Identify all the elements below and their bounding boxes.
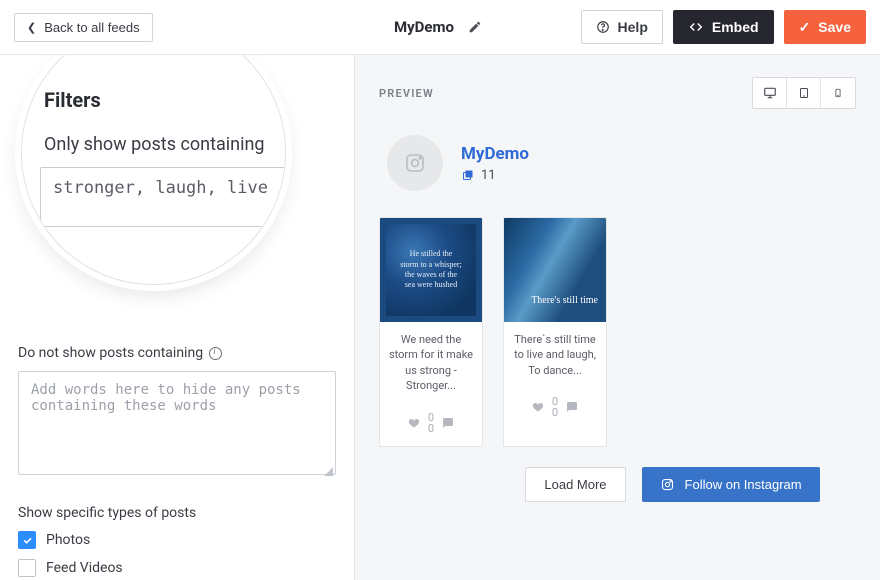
pencil-icon [468, 20, 482, 34]
edit-title-button[interactable] [464, 16, 486, 38]
post-engagement: 00 [380, 406, 482, 446]
post-caption: There`s still time to live and laugh, To… [504, 322, 606, 390]
help-button[interactable]: Help [581, 10, 663, 44]
settings-sidebar: Back to all feed Filters Only show posts… [0, 55, 355, 580]
save-button[interactable]: ✓ Save [784, 10, 866, 44]
type-label: Photos [46, 532, 90, 548]
likes-count: 00 [428, 412, 434, 434]
exclude-label: Do not show posts containing [18, 345, 336, 361]
magnifier-lens-wrap: Back to all feed Filters Only show posts… [18, 55, 336, 275]
exclude-input[interactable] [18, 371, 336, 475]
posts-grid: He stilled the storm to a whisper; the w… [379, 217, 856, 447]
desktop-icon [762, 86, 778, 100]
type-option[interactable]: Feed Videos [18, 559, 336, 577]
post-card[interactable]: He stilled the storm to a whisper; the w… [379, 217, 483, 447]
types-header: Show specific types of posts [18, 505, 336, 521]
device-tablet[interactable] [787, 78, 821, 108]
device-desktop[interactable] [753, 78, 787, 108]
check-icon: ✓ [799, 19, 811, 36]
embed-button[interactable]: Embed [673, 10, 774, 44]
heart-icon [532, 401, 544, 413]
preview-label: PREVIEW [379, 87, 434, 100]
instagram-icon [403, 151, 427, 175]
only-show-input[interactable] [40, 167, 286, 227]
comment-icon [566, 401, 578, 413]
preview-panel: PREVIEW MyDemo [355, 55, 880, 580]
profile-count: 11 [461, 168, 529, 183]
load-more-button[interactable]: Load More [525, 467, 625, 502]
post-thumbnail: He stilled the storm to a whisper; the w… [380, 218, 482, 322]
feed-actions: Load More Follow on Instagram [379, 467, 856, 502]
mobile-icon [833, 86, 843, 100]
chevron-left-icon: ❮ [27, 21, 36, 34]
device-mobile[interactable] [821, 78, 855, 108]
avatar [387, 135, 443, 191]
main: Back to all feed Filters Only show posts… [0, 55, 880, 580]
device-toggle [752, 77, 856, 109]
post-caption: We need the storm for it make us strong … [380, 322, 482, 406]
gallery-icon [461, 169, 475, 181]
checkbox[interactable] [18, 559, 36, 577]
preview-head: PREVIEW [379, 77, 856, 109]
feed-card: MyDemo 11 He stilled the storm to a whis… [379, 135, 856, 502]
tablet-icon [798, 86, 810, 100]
info-icon[interactable] [209, 347, 222, 360]
magnifier-lens: Back to all feed Filters Only show posts… [21, 55, 286, 285]
comment-icon [442, 417, 454, 429]
post-engagement: 00 [504, 390, 606, 430]
type-label: Feed Videos [46, 560, 123, 576]
types-list: PhotosFeed VideosReels [18, 531, 336, 580]
lens-textarea-edge [273, 97, 286, 227]
profile-name[interactable]: MyDemo [461, 144, 529, 164]
post-card[interactable]: There`s still time to live and laugh, To… [503, 217, 607, 447]
back-button[interactable]: ❮ Back to all feeds [14, 13, 153, 42]
likes-count: 00 [552, 396, 558, 418]
topbar-actions: Help Embed ✓ Save [581, 10, 866, 44]
checkbox[interactable] [18, 531, 36, 549]
profile-info: MyDemo 11 [461, 144, 529, 183]
heart-icon [408, 417, 420, 429]
code-icon [688, 20, 704, 34]
profile-row: MyDemo 11 [379, 135, 856, 191]
instagram-icon [660, 477, 675, 492]
page-title-area: MyDemo [394, 16, 486, 38]
back-label: Back to all feeds [44, 20, 139, 35]
lens-only-show-label: Only show posts containing [44, 134, 275, 155]
lens-filters-heading: Filters [44, 88, 275, 112]
follow-instagram-button[interactable]: Follow on Instagram [642, 467, 820, 502]
topbar: ❮ Back to all feeds MyDemo Help Embed ✓ … [0, 0, 880, 55]
type-option[interactable]: Photos [18, 531, 336, 549]
question-icon [596, 20, 610, 34]
post-thumbnail [504, 218, 606, 322]
page-title: MyDemo [394, 18, 454, 36]
